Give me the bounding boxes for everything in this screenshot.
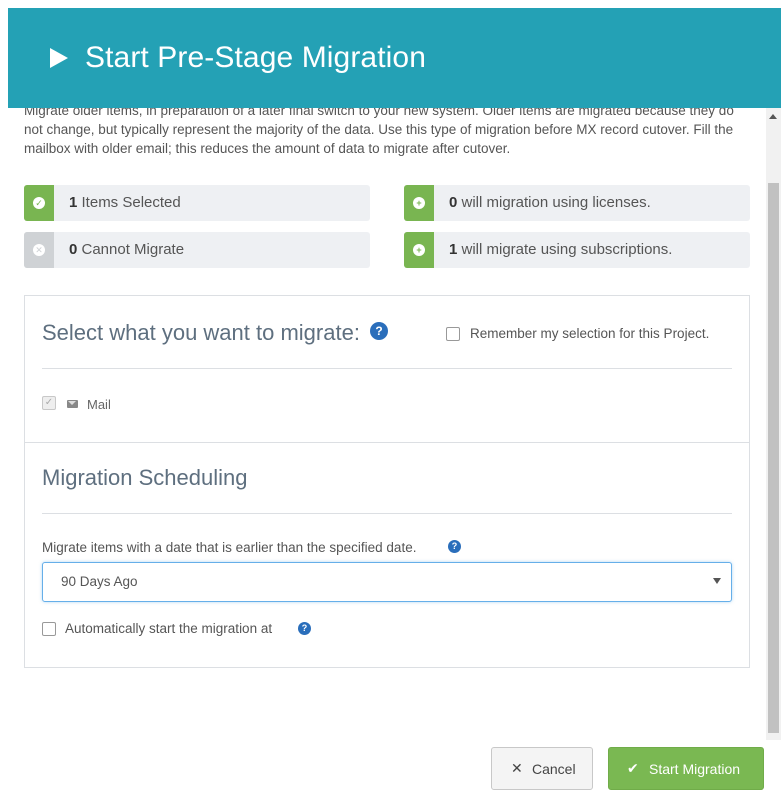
schedule-section-title: Migration Scheduling (42, 465, 248, 490)
plus-circle-icon: + (404, 185, 434, 221)
remember-selection-label: Remember my selection for this Project. (470, 326, 710, 341)
start-migration-button-label: Start Migration (649, 761, 741, 777)
intro-text: Migrate older items, in preparation of a… (24, 103, 734, 156)
date-filter-label: Migrate items with a date that is earlie… (42, 540, 417, 555)
mail-label: Mail (87, 397, 111, 412)
mail-checkbox: ✓ (42, 396, 56, 410)
envelope-icon (67, 400, 78, 408)
dialog-header: Start Pre-Stage Migration (8, 8, 781, 108)
date-filter-value: 90 Days Ago (61, 574, 138, 589)
stat-items-selected: ✓ 1 Items Selected (24, 185, 370, 221)
stat-cannot-migrate: ✕ 0 Cannot Migrate (24, 232, 370, 268)
licenses-label: will migration using licenses. (457, 194, 651, 211)
plus-circle-icon: + (404, 232, 434, 268)
caret-down-icon (713, 578, 721, 584)
vertical-scrollbar[interactable] (766, 108, 781, 740)
scroll-thumb[interactable] (768, 183, 779, 733)
remember-selection-checkbox[interactable] (446, 327, 460, 341)
dialog-body: Migrate older items, in preparation of a… (8, 95, 766, 740)
check-icon: ✔ (627, 760, 639, 776)
divider (42, 513, 732, 514)
date-filter-select[interactable]: 90 Days Ago (42, 562, 732, 602)
items-selected-label: Items Selected (77, 194, 181, 211)
check-circle-icon: ✓ (24, 185, 54, 221)
start-migration-button[interactable]: ✔ Start Migration (608, 747, 764, 790)
dialog-footer: ✕ Cancel ✔ Start Migration (8, 740, 781, 793)
auto-start-checkbox[interactable] (42, 622, 56, 636)
select-section-title: Select what you want to migrate: (42, 320, 360, 345)
close-icon: ✕ (511, 760, 523, 776)
cancel-button-label: Cancel (532, 761, 576, 777)
date-help-icon[interactable]: ? (448, 540, 461, 553)
help-icon[interactable]: ? (370, 322, 388, 340)
section-divider (25, 442, 749, 443)
migration-options-panel: Select what you want to migrate: ? Remem… (24, 295, 750, 668)
cannot-migrate-label: Cannot Migrate (77, 241, 185, 258)
auto-start-help-icon[interactable]: ? (298, 622, 311, 635)
migration-dialog: Start Pre-Stage Migration Migrate older … (0, 0, 781, 793)
stat-licenses: + 0 will migration using licenses. (404, 185, 750, 221)
subscriptions-label: will migrate using subscriptions. (457, 241, 673, 258)
auto-start-label: Automatically start the migration at (65, 621, 273, 636)
x-circle-icon: ✕ (24, 232, 54, 268)
cancel-button[interactable]: ✕ Cancel (491, 747, 593, 790)
stat-subscriptions: + 1 will migrate using subscriptions. (404, 232, 750, 268)
scroll-up-arrow-icon[interactable] (769, 114, 777, 119)
divider (42, 368, 732, 369)
dialog-title: Start Pre-Stage Migration (85, 41, 426, 74)
play-arrow-icon (50, 48, 68, 68)
